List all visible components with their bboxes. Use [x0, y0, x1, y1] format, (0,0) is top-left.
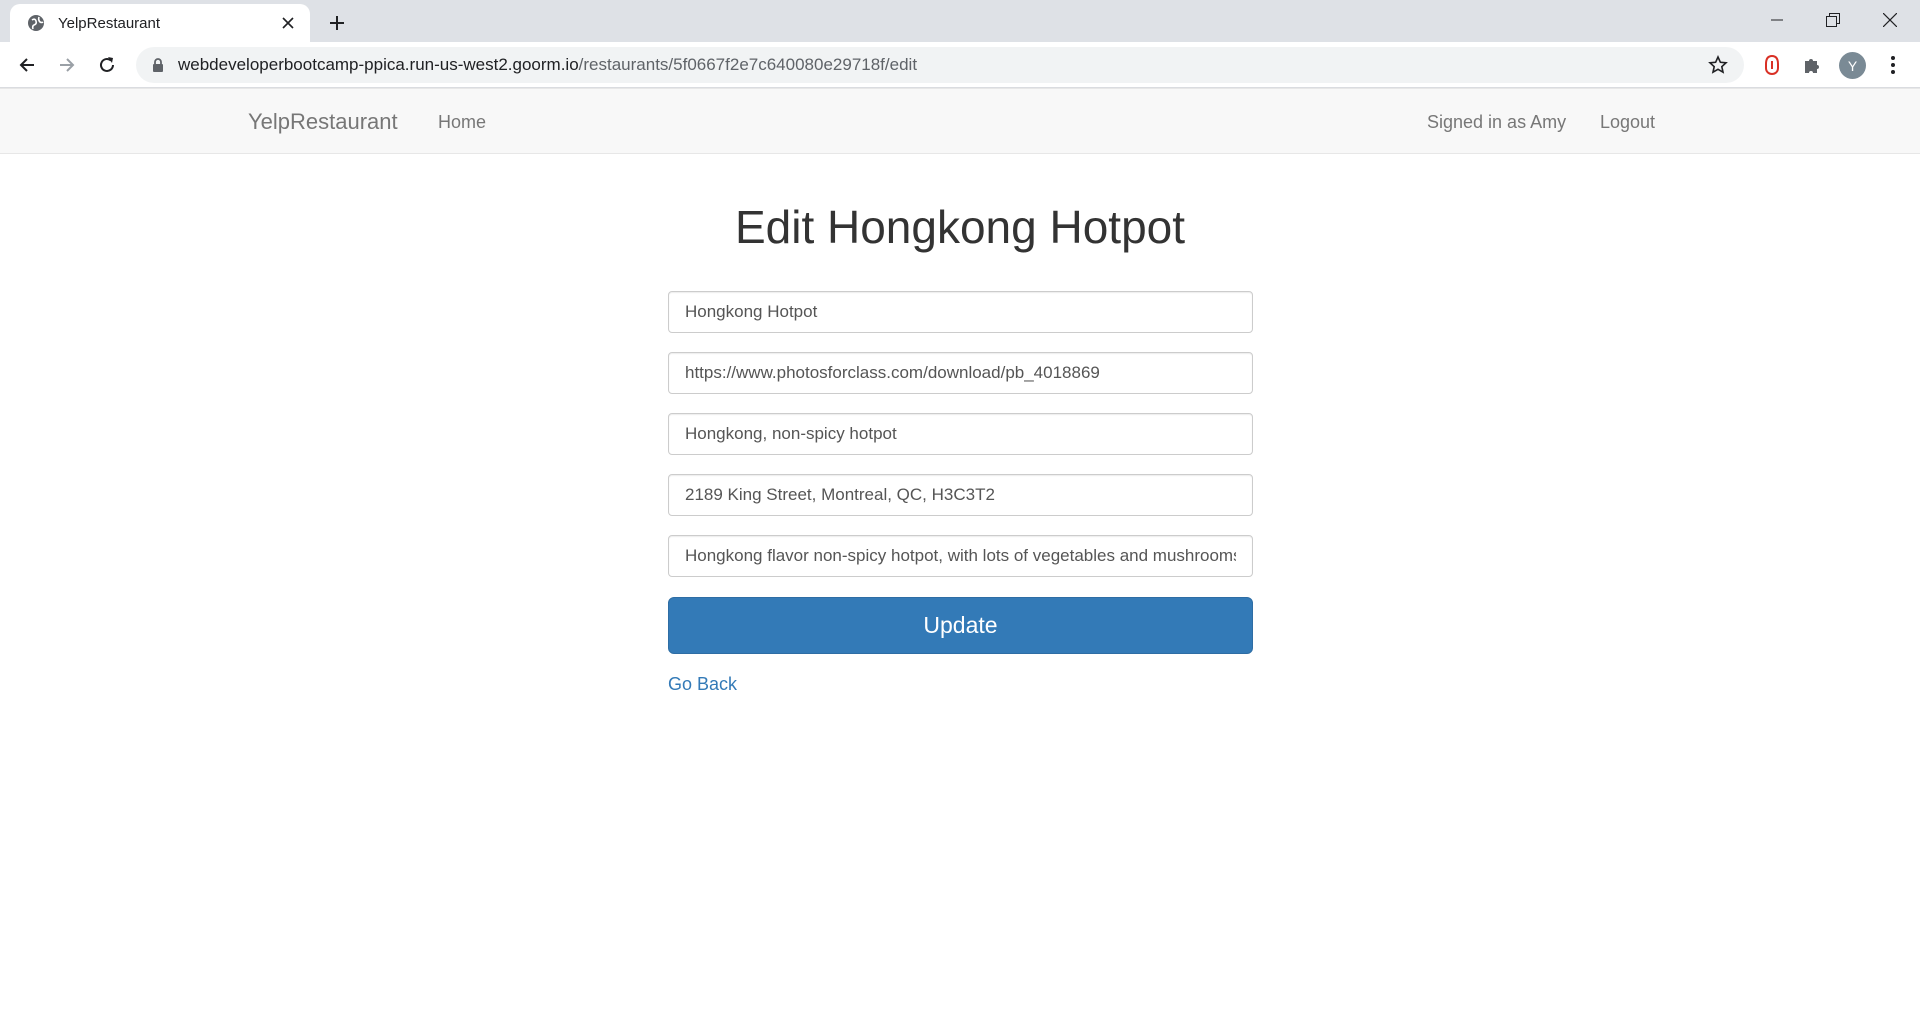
address-bar[interactable]: webdeveloperbootcamp-ppica.run-us-west2.…	[136, 47, 1744, 83]
address-input[interactable]	[668, 474, 1253, 516]
url-text: webdeveloperbootcamp-ppica.run-us-west2.…	[178, 55, 917, 75]
url-path: /restaurants/5f0667f2e7c640080e29718f/ed…	[578, 55, 918, 74]
window-close-icon[interactable]	[1862, 0, 1918, 40]
star-icon[interactable]	[1706, 53, 1730, 77]
globe-icon	[26, 13, 46, 33]
nav-logout[interactable]: Logout	[1600, 112, 1655, 133]
go-back-link[interactable]: Go Back	[668, 674, 737, 695]
update-button[interactable]: Update	[668, 597, 1253, 654]
avatar[interactable]: Y	[1839, 52, 1866, 79]
description-input[interactable]	[668, 535, 1253, 577]
page-title: Edit Hongkong Hotpot	[734, 201, 1186, 253]
tab-title: YelpRestaurant	[58, 14, 161, 32]
puzzle-icon[interactable]	[1798, 51, 1826, 79]
site-navbar: YelpRestaurant Home Signed in as Amy Log…	[0, 88, 1920, 154]
forward-icon[interactable]	[51, 49, 83, 81]
browser-toolbar: webdeveloperbootcamp-ppica.run-us-west2.…	[0, 42, 1920, 88]
url-host: webdeveloperbootcamp-ppica.run-us-west2.…	[178, 55, 579, 74]
back-icon[interactable]	[11, 49, 43, 81]
extension-icon[interactable]	[1758, 51, 1786, 79]
reload-icon[interactable]	[91, 49, 123, 81]
browser-tabstrip: YelpRestaurant	[0, 0, 1920, 42]
cuisine-input[interactable]	[668, 413, 1253, 455]
minimize-icon[interactable]	[1749, 0, 1805, 40]
image-url-input[interactable]	[668, 352, 1253, 394]
restore-icon[interactable]	[1805, 0, 1861, 40]
brand-link[interactable]: YelpRestaurant	[248, 109, 398, 135]
close-icon[interactable]	[276, 11, 300, 35]
plus-icon[interactable]	[322, 8, 352, 38]
browser-tab[interactable]: YelpRestaurant	[10, 4, 310, 42]
menu-icon[interactable]	[1879, 51, 1907, 79]
name-input[interactable]	[668, 291, 1253, 333]
lock-icon[interactable]	[150, 57, 166, 73]
nav-home[interactable]: Home	[438, 112, 486, 133]
nav-signed-in[interactable]: Signed in as Amy	[1427, 112, 1566, 133]
